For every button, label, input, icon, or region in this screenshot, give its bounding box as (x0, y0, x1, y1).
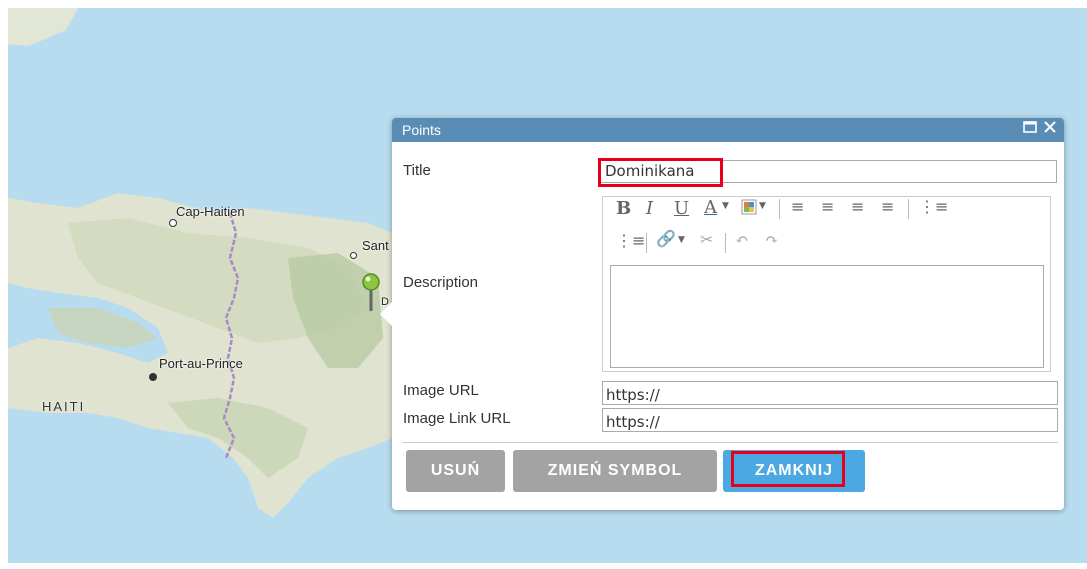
undo-icon[interactable]: ↶ (735, 230, 748, 249)
highlight-color-icon[interactable] (741, 199, 757, 219)
bullet-list-icon[interactable]: ⋮≡ (616, 231, 645, 250)
popup-titlebar: Points (392, 118, 1064, 142)
toolbar-separator (908, 199, 909, 219)
align-center-icon[interactable]: ≡ (821, 197, 834, 216)
align-right-icon[interactable]: ≡ (851, 197, 864, 216)
image-link-url-field[interactable]: https:// (602, 408, 1058, 432)
toolbar-separator (646, 233, 647, 253)
highlight-dropdown-icon[interactable]: ▼ (759, 201, 766, 211)
unlink-icon[interactable]: ✂ (700, 230, 713, 249)
numbered-list-icon[interactable]: ⋮≡ (919, 197, 948, 216)
image-url-label: Image URL (403, 382, 479, 399)
image-url-value: https:// (606, 386, 660, 404)
editor-toolbar: B I U A ▼ ▼ ≡ ≡ ≡ ≡ ⋮≡ ⋮≡ 🔗 ▼ ✂ ↶ ↷ (608, 197, 1048, 267)
image-url-field[interactable]: https:// (602, 381, 1058, 405)
toolbar-separator (779, 199, 780, 219)
image-link-url-label: Image Link URL (403, 410, 511, 427)
justify-icon[interactable]: ≡ (881, 197, 894, 216)
font-color-dropdown-icon[interactable]: ▼ (722, 201, 729, 211)
delete-button[interactable]: USUŃ (406, 450, 505, 492)
font-color-icon[interactable]: A (704, 197, 717, 218)
image-link-url-value: https:// (606, 413, 660, 431)
link-dropdown-icon[interactable]: ▼ (678, 235, 685, 245)
align-left-icon[interactable]: ≡ (791, 197, 804, 216)
city-label-cap-haitien: Cap-Haitien (176, 204, 245, 219)
close-icon[interactable] (1042, 121, 1058, 137)
title-highlight (598, 158, 723, 187)
description-label: Description (403, 274, 479, 291)
redo-icon[interactable]: ↷ (765, 230, 778, 249)
santiago-dot (350, 252, 357, 259)
close-button-highlight (731, 451, 845, 487)
cap-haitien-dot (169, 219, 177, 227)
popup-title: Points (402, 122, 441, 138)
underline-icon[interactable]: U (674, 198, 689, 219)
port-au-prince-dot (149, 373, 157, 381)
italic-icon[interactable]: I (646, 198, 653, 219)
title-label: Title (403, 162, 431, 179)
bold-icon[interactable]: B (616, 198, 631, 219)
city-label-santiago: Sant (362, 238, 389, 253)
points-popup: Points Title Dominikana Description B I … (380, 118, 1064, 510)
change-symbol-button[interactable]: ZMIEŃ SYMBOL (513, 450, 717, 492)
toolbar-separator (725, 233, 726, 253)
link-icon[interactable]: 🔗 (656, 229, 676, 248)
description-textarea[interactable] (610, 265, 1044, 368)
popup-pointer (380, 302, 392, 326)
city-label-port-au-prince: Port-au-Prince (159, 356, 243, 371)
country-label-haiti: HAITI (42, 399, 86, 414)
description-editor: B I U A ▼ ▼ ≡ ≡ ≡ ≡ ⋮≡ ⋮≡ 🔗 ▼ ✂ ↶ ↷ (602, 196, 1051, 372)
divider (402, 442, 1058, 443)
maximize-icon[interactable] (1022, 121, 1038, 137)
